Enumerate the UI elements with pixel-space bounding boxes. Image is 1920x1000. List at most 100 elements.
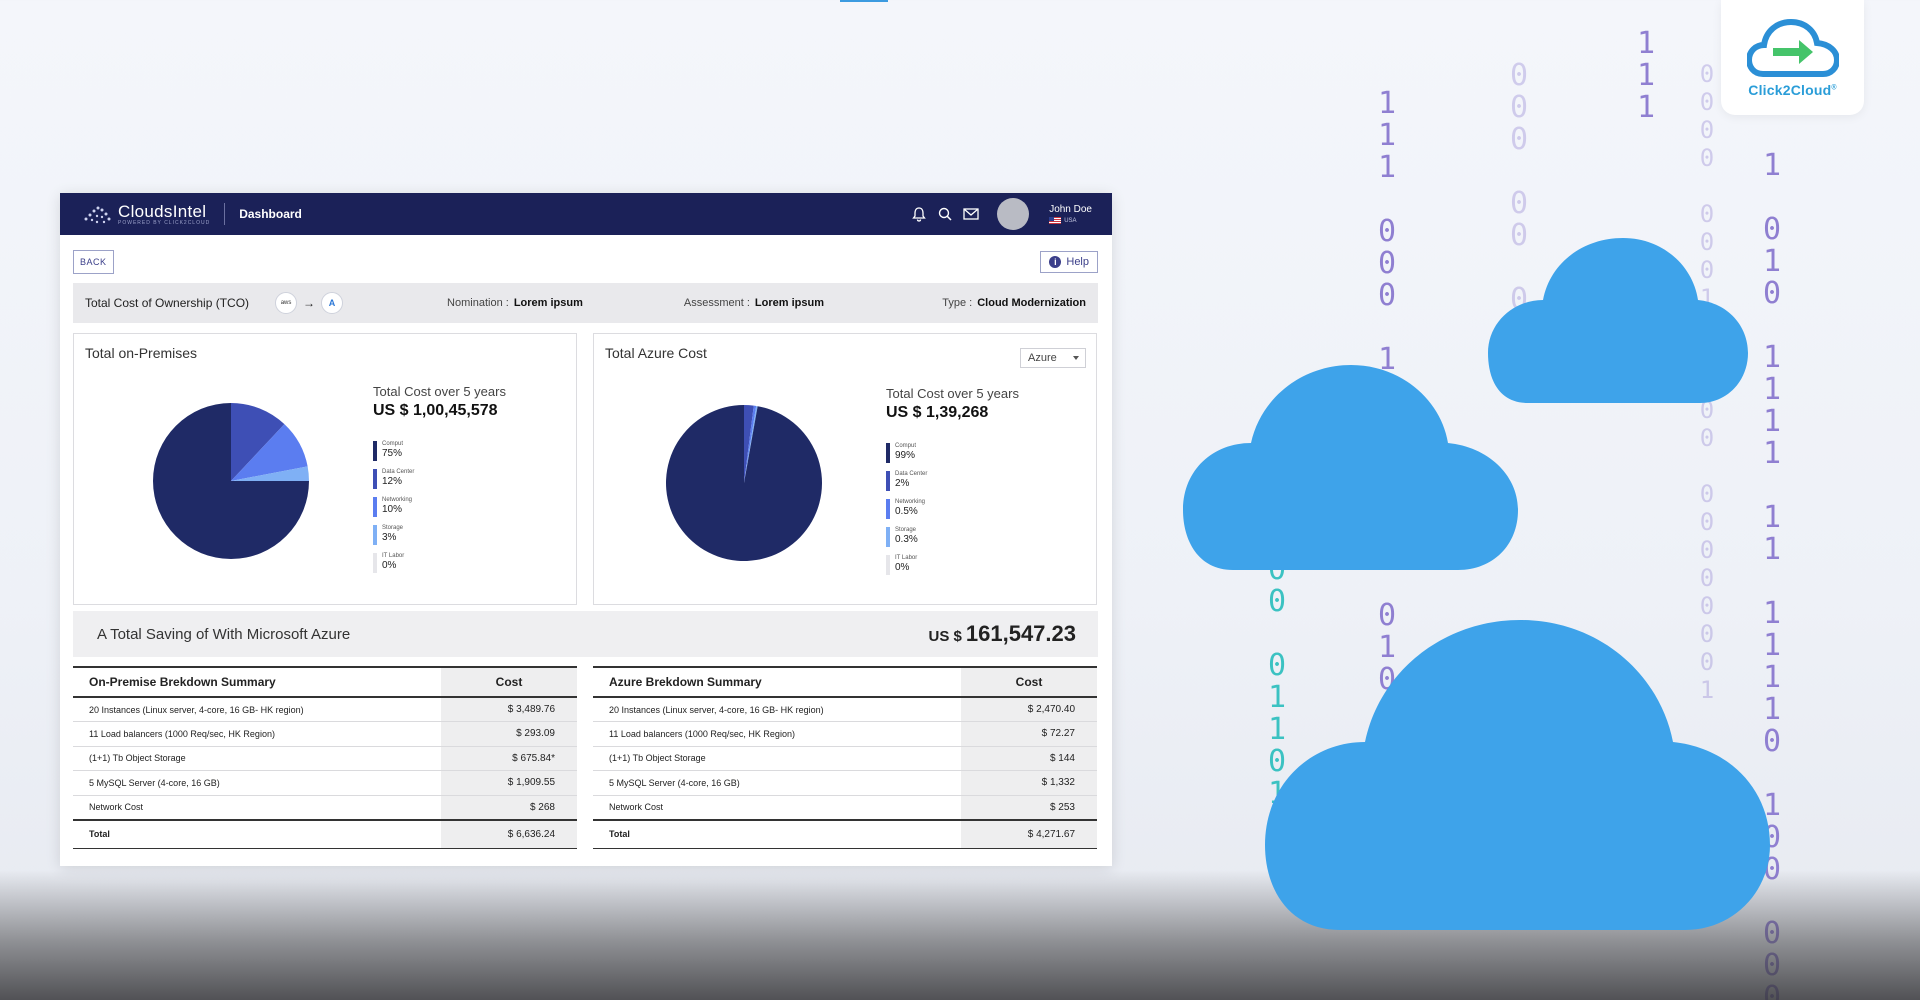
on-prem-total-value: US $ 1,00,45,578 — [373, 402, 498, 419]
help-button[interactable]: i Help — [1040, 251, 1098, 273]
cloud-decoration — [1183, 365, 1518, 570]
cloud-provider-dropdown[interactable]: Azure — [1020, 348, 1086, 368]
legend-percent: 99% — [895, 450, 916, 461]
cloud-decoration — [1265, 620, 1770, 930]
user-name: John Doe — [1049, 204, 1092, 215]
pie-slice-comput[interactable] — [666, 405, 822, 561]
row-cost: $ 2,470.40 — [961, 697, 1097, 722]
click2cloud-logo: Click2Cloud® — [1721, 0, 1864, 115]
brand-tagline: POWERED BY CLICK2CLOUD — [118, 220, 211, 226]
table-row: 20 Instances (Linux server, 4-core, 16 G… — [73, 697, 577, 722]
avatar[interactable] — [997, 198, 1030, 230]
table-header-item: On-Premise Brekdown Summary — [73, 666, 441, 698]
bell-icon[interactable] — [911, 206, 927, 222]
legend-item: Networking 10% — [373, 497, 414, 517]
row-cost: $ 268 — [441, 795, 577, 820]
dashboard-window: CloudsIntel POWERED BY CLICK2CLOUD Dashb… — [60, 193, 1112, 866]
legend-swatch — [886, 555, 890, 575]
legend-name: Data Center — [382, 469, 415, 475]
on-prem-total-label: Total Cost over 5 years — [373, 384, 506, 399]
aws-badge-icon: aws — [275, 292, 298, 314]
azure-badge-icon: A — [321, 292, 344, 314]
azure-cost-card: Total Azure Cost Azure Total Cost over 5… — [593, 333, 1097, 605]
top-navbar: CloudsIntel POWERED BY CLICK2CLOUD Dashb… — [60, 193, 1112, 235]
table-row: 5 MySQL Server (4-core, 16 GB) $ 1,332 — [593, 770, 1097, 796]
table-row: Network Cost $ 253 — [593, 795, 1097, 820]
legend-swatch — [886, 527, 890, 547]
arrow-right-icon: → — [303, 296, 316, 310]
mail-icon[interactable] — [963, 206, 979, 222]
row-item: 20 Instances (Linux server, 4-core, 16 G… — [593, 697, 961, 722]
legend-name: Networking — [895, 499, 926, 505]
row-item: 11 Load balancers (1000 Req/sec, HK Regi… — [593, 721, 961, 747]
legend-name: Networking — [382, 497, 413, 503]
nav-title-dashboard[interactable]: Dashboard — [239, 207, 302, 221]
table-total-row: Total $ 4,271.67 — [593, 818, 1097, 849]
table-row: 20 Instances (Linux server, 4-core, 16 G… — [593, 697, 1097, 722]
legend-item: IT Labor 0% — [886, 555, 927, 575]
legend-swatch — [886, 443, 890, 463]
legend-name: Data Center — [895, 471, 928, 477]
table-row: 11 Load balancers (1000 Req/sec, HK Regi… — [73, 721, 577, 747]
legend-percent: 3% — [382, 532, 397, 543]
table-row: (1+1) Tb Object Storage $ 675.84* — [73, 746, 577, 771]
table-header-cost: Cost — [961, 666, 1097, 698]
total-cost: $ 6,636.24 — [441, 818, 577, 849]
logo-mark: ® — [1831, 84, 1837, 92]
legend-name: Comput — [382, 441, 404, 447]
info-icon: i — [1049, 256, 1062, 268]
row-item: 5 MySQL Server (4-core, 16 GB) — [593, 770, 961, 796]
row-item: 11 Load balancers (1000 Req/sec, HK Regi… — [73, 721, 441, 747]
table-header-cost: Cost — [441, 666, 577, 698]
legend-item: Comput 99% — [886, 443, 927, 463]
type-value: Cloud Modernization — [977, 297, 1086, 309]
azure-total-label: Total Cost over 5 years — [886, 386, 1019, 401]
legend-item: IT Labor 0% — [373, 553, 414, 573]
legend-swatch — [373, 553, 377, 573]
azure-breakdown-table: Azure Brekdown Summary Cost 20 Instances… — [593, 666, 1097, 849]
row-item: Network Cost — [593, 795, 961, 820]
on-prem-pie-chart — [153, 403, 309, 559]
table-row: 11 Load balancers (1000 Req/sec, HK Regi… — [593, 721, 1097, 747]
cloudsintel-logo-icon — [84, 206, 111, 224]
legend-swatch — [886, 499, 890, 519]
cloud-decoration — [1488, 238, 1748, 403]
top-accent-line — [840, 0, 888, 2]
row-item: (1+1) Tb Object Storage — [593, 746, 961, 771]
legend-item: Comput 75% — [373, 441, 414, 461]
legend-name: Storage — [382, 525, 404, 531]
brand-logo[interactable]: CloudsIntel POWERED BY CLICK2CLOUD — [82, 202, 210, 226]
on-prem-legend: Comput 75% Data Center 12% Networking 10% Stor… — [373, 441, 414, 573]
legend-item: Networking 0.5% — [886, 499, 927, 519]
on-prem-card-title: Total on-Premises — [85, 345, 198, 361]
row-cost: $ 1,332 — [961, 770, 1097, 796]
assessment-label: Assessment : — [683, 297, 750, 309]
nomination-value: Lorem ipsum — [513, 297, 583, 309]
legend-name: Storage — [895, 527, 917, 533]
dropdown-value: Azure — [1028, 352, 1057, 364]
table-total-row: Total $ 6,636.24 — [73, 818, 577, 849]
legend-swatch — [373, 525, 377, 545]
legend-name: IT Labor — [895, 555, 918, 561]
binary-column: 1 1 1 — [1636, 26, 1656, 125]
navbar-divider — [224, 203, 226, 225]
azure-total-value: US $ 1,39,268 — [886, 404, 989, 421]
brand-name: CloudsIntel — [118, 202, 207, 221]
user-country: USA — [1064, 217, 1077, 224]
saving-value: 161,547.23 — [965, 621, 1076, 646]
total-label: Total — [73, 818, 441, 849]
on-prem-breakdown-table: On-Premise Brekdown Summary Cost 20 Inst… — [73, 666, 577, 849]
saving-currency: US $ — [928, 628, 962, 645]
legend-swatch — [373, 441, 377, 461]
legend-name: IT Labor — [382, 553, 405, 559]
row-item: 20 Instances (Linux server, 4-core, 16 G… — [73, 697, 441, 722]
back-button[interactable]: BACK — [73, 250, 114, 274]
table-row: Network Cost $ 268 — [73, 795, 577, 820]
total-label: Total — [593, 818, 961, 849]
legend-swatch — [373, 469, 377, 489]
total-saving-bar: A Total Saving of With Microsoft Azure U… — [73, 611, 1098, 657]
user-menu[interactable]: John Doe USA — [1049, 204, 1092, 224]
legend-percent: 0.5% — [895, 506, 918, 517]
row-cost: $ 675.84* — [441, 746, 577, 771]
search-icon[interactable] — [937, 206, 953, 222]
